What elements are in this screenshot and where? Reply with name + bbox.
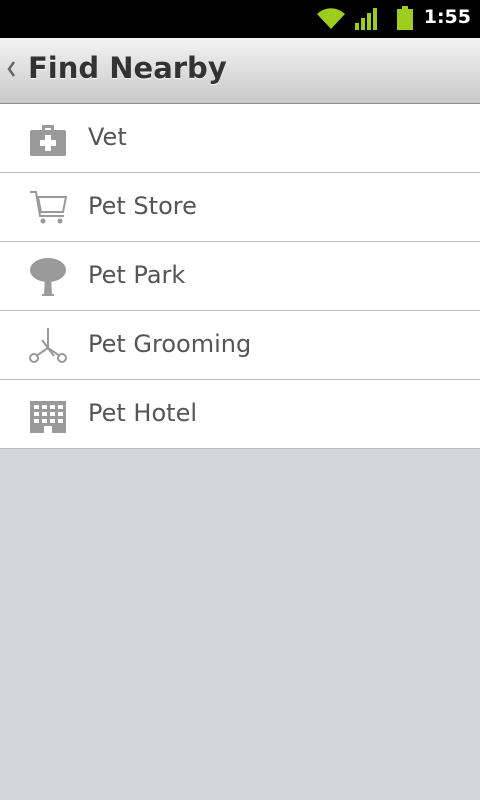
first-aid-kit-icon: [30, 125, 66, 156]
list-item-label: Vet: [88, 123, 127, 151]
list-item-pet-store[interactable]: Pet Store: [0, 173, 480, 242]
list-item-pet-grooming[interactable]: Pet Grooming: [0, 311, 480, 380]
list-item-label: Pet Hotel: [88, 399, 197, 427]
signal-icon: [355, 8, 377, 30]
list-item-pet-hotel[interactable]: Pet Hotel: [0, 380, 480, 449]
action-bar: Find Nearby: [0, 38, 480, 104]
page-title: Find Nearby: [28, 51, 227, 85]
list-item-label: Pet Park: [88, 261, 186, 289]
status-bar: 1:55: [0, 0, 480, 38]
list-item-label: Pet Store: [88, 192, 197, 220]
tree-icon: [30, 258, 66, 296]
status-time: 1:55: [423, 6, 471, 28]
list-item-label: Pet Grooming: [88, 330, 252, 358]
battery-icon: [397, 6, 413, 30]
list-item-pet-park[interactable]: Pet Park: [0, 242, 480, 311]
chevron-left-icon[interactable]: [5, 58, 17, 80]
building-icon: [30, 401, 66, 433]
scissors-icon: [29, 328, 67, 363]
list-item-vet[interactable]: Vet: [0, 104, 480, 173]
wifi-icon: [317, 8, 345, 29]
find-nearby-list: Vet Pet Store Pet Park Pet Grooming Pet …: [0, 104, 480, 449]
shopping-cart-icon: [30, 191, 68, 224]
